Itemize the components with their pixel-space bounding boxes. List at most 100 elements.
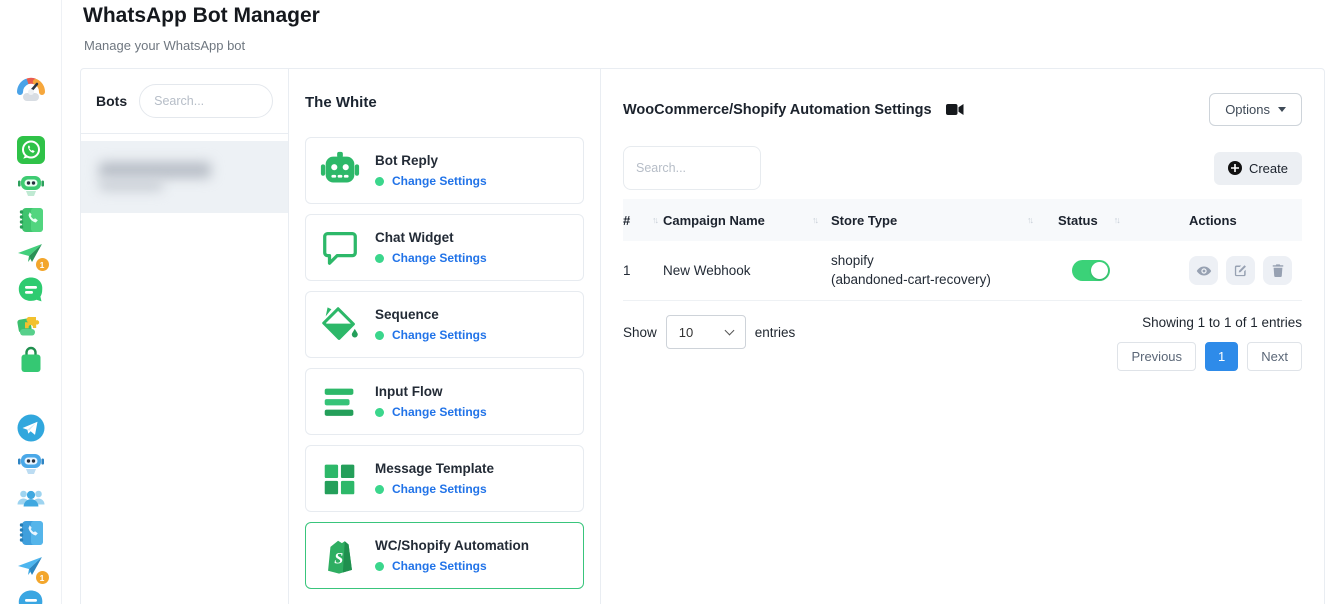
pagination: Previous 1 Next — [1117, 342, 1302, 371]
notification-badge: 1 — [36, 571, 49, 584]
bot-list-item-selected[interactable] — [81, 141, 288, 213]
edit-button[interactable] — [1226, 256, 1255, 285]
row-num: 1 — [623, 263, 663, 278]
whatsapp-bot-icon[interactable] — [16, 170, 46, 200]
main-card: Bots The White Bot Reply Change Settings — [80, 68, 1325, 604]
whatsapp-contacts-icon[interactable] — [16, 205, 46, 235]
page-size-value: 10 — [679, 325, 693, 340]
svg-text:S: S — [334, 549, 343, 567]
menu-card-message-template[interactable]: Message Template Change Settings — [305, 445, 584, 512]
view-button[interactable] — [1189, 256, 1218, 285]
change-settings-link[interactable]: Change Settings — [392, 559, 487, 573]
menu-card-label: Bot Reply — [375, 153, 487, 168]
entries-label: entries — [755, 325, 796, 340]
bots-panel-title: Bots — [96, 93, 127, 109]
entries-summary: Showing 1 to 1 of 1 entries — [1117, 315, 1302, 330]
status-toggle-on[interactable] — [1072, 260, 1110, 281]
sort-icon[interactable]: ↑↓ — [652, 215, 657, 225]
sequence-icon — [319, 304, 361, 346]
menu-card-label: Input Flow — [375, 384, 487, 399]
telegram-icon[interactable] — [16, 413, 46, 443]
change-settings-link[interactable]: Change Settings — [392, 174, 487, 188]
change-settings-link[interactable]: Change Settings — [392, 482, 487, 496]
menu-card-input-flow[interactable]: Input Flow Change Settings — [305, 368, 584, 435]
telegram-bot-icon[interactable] — [16, 448, 46, 478]
message-template-icon — [319, 458, 361, 500]
options-dropdown-button[interactable]: Options — [1209, 93, 1302, 126]
whatsapp-store-icon[interactable] — [16, 345, 46, 375]
previous-page-button[interactable]: Previous — [1117, 342, 1196, 371]
status-dot-icon — [375, 331, 384, 340]
menu-card-sequence[interactable]: Sequence Change Settings — [305, 291, 584, 358]
col-header-actions: Actions — [1189, 213, 1237, 228]
notification-badge: 1 — [36, 258, 49, 271]
col-header-store-type: Store Type — [831, 213, 897, 228]
page-subtitle: Manage your WhatsApp bot — [84, 38, 245, 53]
change-settings-link[interactable]: Change Settings — [392, 328, 487, 342]
chevron-down-icon — [1278, 107, 1286, 112]
show-label: Show — [623, 325, 657, 340]
bot-name-redacted — [97, 158, 227, 196]
whatsapp-bot-manager-screen: 1 1 WhatsApp Bot Manager — [0, 0, 1325, 604]
dashboard-gauge-icon[interactable] — [16, 74, 46, 104]
change-settings-link[interactable]: Change Settings — [392, 405, 487, 419]
telegram-broadcast-icon[interactable]: 1 — [16, 553, 46, 583]
col-header-campaign-name: Campaign Name — [663, 213, 765, 228]
automation-settings-panel: WooCommerce/Shopify Automation Settings … — [601, 69, 1324, 604]
menu-card-label: Message Template — [375, 461, 494, 476]
col-header-status: Status — [1058, 213, 1098, 228]
change-settings-link[interactable]: Change Settings — [392, 251, 487, 265]
create-button[interactable]: Create — [1214, 152, 1302, 185]
options-label: Options — [1225, 102, 1270, 117]
col-header-num: # — [623, 213, 630, 228]
telegram-chat-icon[interactable] — [16, 588, 46, 604]
bots-search-input[interactable] — [139, 84, 273, 118]
page-title: WhatsApp Bot Manager — [83, 4, 320, 28]
menu-card-chat-widget[interactable]: Chat Widget Change Settings — [305, 214, 584, 281]
bots-panel: Bots — [81, 69, 289, 604]
chat-widget-icon — [319, 227, 361, 269]
menu-card-label: Sequence — [375, 307, 487, 322]
whatsapp-chat-icon[interactable] — [16, 275, 46, 305]
plus-circle-icon — [1228, 161, 1242, 175]
menu-card-wc-shopify-automation[interactable]: S WC/Shopify Automation Change Settings — [305, 522, 584, 589]
video-tutorial-icon[interactable] — [946, 103, 964, 116]
sort-icon[interactable]: ↑↓ — [812, 215, 817, 225]
next-page-button[interactable]: Next — [1247, 342, 1302, 371]
table-header-row: # ↑↓ Campaign Name ↑↓ Store Type ↑↓ Status ↑… — [623, 199, 1302, 241]
input-flow-icon — [319, 381, 361, 423]
whatsapp-broadcast-icon[interactable]: 1 — [16, 240, 46, 270]
status-dot-icon — [375, 254, 384, 263]
status-dot-icon — [375, 177, 384, 186]
table-search-input[interactable] — [623, 146, 761, 190]
selected-bot-name: The White — [305, 94, 584, 111]
status-dot-icon — [375, 408, 384, 417]
delete-button[interactable] — [1263, 256, 1292, 285]
create-label: Create — [1249, 161, 1288, 176]
telegram-group-icon[interactable] — [16, 483, 46, 513]
menu-card-bot-reply[interactable]: Bot Reply Change Settings — [305, 137, 584, 204]
table-row: 1 New Webhook shopify (abandoned-cart-re… — [623, 241, 1302, 301]
whatsapp-icon[interactable] — [16, 135, 46, 165]
whatsapp-integrations-icon[interactable] — [16, 310, 46, 340]
status-dot-icon — [375, 562, 384, 571]
eye-icon — [1196, 263, 1212, 279]
app-sidebar-rail: 1 1 — [0, 0, 62, 604]
campaigns-table: # ↑↓ Campaign Name ↑↓ Store Type ↑↓ Status ↑… — [623, 199, 1302, 301]
menu-card-label: WC/Shopify Automation — [375, 538, 529, 553]
row-store-type: shopify (abandoned-cart-recovery) — [831, 252, 1058, 290]
status-dot-icon — [375, 485, 384, 494]
page-size-select[interactable]: 10 — [666, 315, 746, 349]
sort-icon[interactable]: ↑↓ — [1114, 215, 1119, 225]
edit-pencil-icon — [1233, 263, 1248, 278]
row-campaign-name: New Webhook — [663, 263, 831, 278]
chevron-down-icon — [724, 325, 734, 335]
shopify-icon: S — [319, 535, 361, 577]
page-1-button[interactable]: 1 — [1205, 342, 1238, 371]
menu-card-label: Chat Widget — [375, 230, 487, 245]
bot-reply-icon — [319, 150, 361, 192]
bot-menu-panel: The White Bot Reply Change Settings Chat… — [289, 69, 601, 604]
panel-title: WooCommerce/Shopify Automation Settings — [623, 102, 932, 118]
sort-icon[interactable]: ↑↓ — [1027, 215, 1032, 225]
telegram-contacts-icon[interactable] — [16, 518, 46, 548]
